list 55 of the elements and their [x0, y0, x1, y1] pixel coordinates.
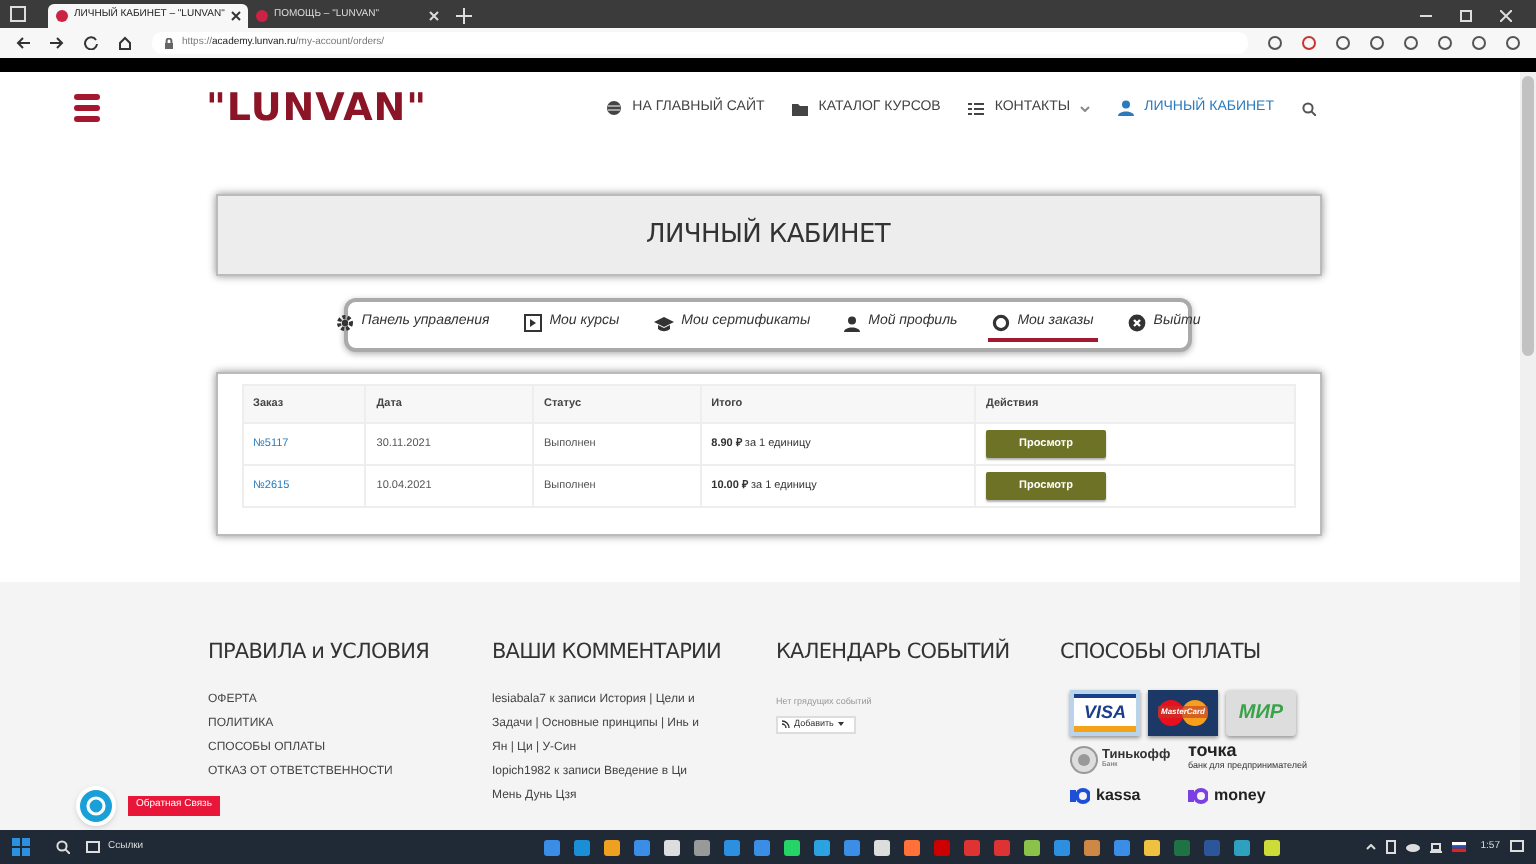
globe-icon [606, 100, 623, 116]
footer-heading: ВАШИ КОММЕНТАРИИ [492, 638, 723, 668]
brand-mark-icon [1070, 787, 1090, 804]
logo-text: VISA [1081, 700, 1128, 727]
logo-text: МИР [1238, 699, 1284, 728]
video-icon [523, 314, 542, 332]
gear-icon [335, 314, 354, 332]
close-icon [230, 10, 243, 22]
user-icon [1118, 100, 1135, 116]
circle-icon [991, 314, 1010, 332]
logo-text: money [1214, 783, 1266, 808]
lock-icon [164, 37, 174, 49]
notification-icon [1510, 840, 1524, 854]
close-icon [1500, 10, 1512, 22]
feed-icon [782, 720, 790, 728]
site-logo: "LUNVAN" [206, 89, 428, 127]
home-icon [118, 36, 132, 50]
search-icon [1302, 101, 1316, 115]
network-icon [1430, 841, 1443, 853]
overlapping-circles-icon [1158, 699, 1208, 726]
search-icon [56, 840, 70, 854]
back-icon [16, 36, 30, 50]
task-view-icon [86, 840, 100, 854]
caret-icon [837, 722, 844, 726]
minimize-icon [1420, 10, 1432, 22]
chevron-icon [1366, 844, 1377, 850]
windows-icon [11, 838, 29, 856]
close-icon [1127, 314, 1146, 332]
footer-heading: ПРАВИЛА и УСЛОВИЯ [208, 638, 431, 668]
tab-actions-icon [8, 4, 28, 24]
close-icon [428, 10, 440, 22]
user-icon [844, 315, 861, 331]
site-icon [56, 10, 68, 22]
logo-icon [74, 92, 100, 124]
forward-icon [50, 36, 64, 50]
footer-heading: СПОСОБЫ ОПЛАТЫ [1060, 638, 1263, 668]
logo-text: точка [1188, 741, 1239, 760]
footer-heading: КАЛЕНДАРЬ СОБЫТИЙ [776, 638, 1012, 668]
graduation-cap-icon [653, 315, 674, 331]
new-tab-icon [456, 8, 472, 24]
cloud-icon [1406, 842, 1421, 852]
folder-icon [792, 101, 809, 115]
restore-icon [1460, 10, 1472, 22]
scrollbar-thumb[interactable] [1522, 76, 1534, 356]
list-icon [968, 101, 985, 115]
battery-icon [1386, 840, 1397, 854]
bank-emblem-icon [1070, 745, 1098, 774]
logo-text: kassa [1096, 783, 1141, 808]
reload-icon [84, 36, 98, 50]
chat-icon [86, 796, 106, 816]
brand-mark-icon [1188, 787, 1208, 804]
language-flag-icon [1452, 842, 1467, 852]
site-icon [256, 10, 268, 22]
page-title: ЛИЧНЫЙ КАБИНЕТ [645, 215, 890, 254]
caret-icon [1080, 105, 1091, 111]
